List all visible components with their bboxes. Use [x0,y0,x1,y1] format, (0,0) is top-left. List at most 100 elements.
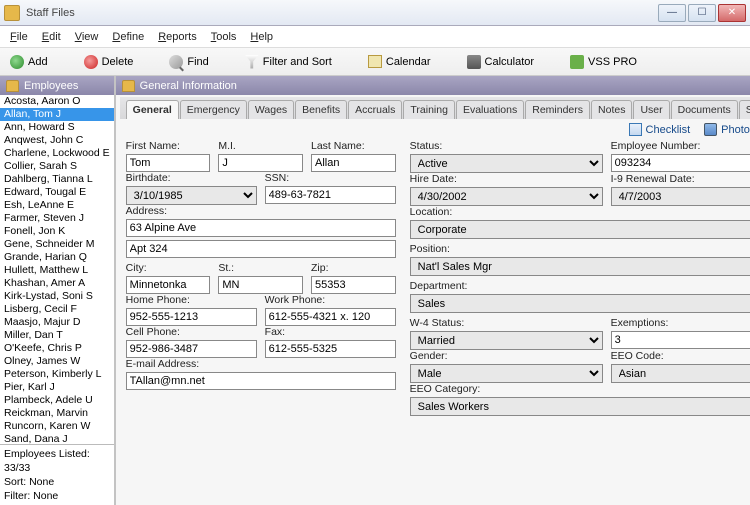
menu-reports[interactable]: Reports [158,31,197,43]
find-button[interactable]: Find [169,55,208,69]
city-field[interactable] [126,276,211,294]
location-field[interactable]: Corporate [410,220,750,239]
employee-list-item[interactable]: Olney, James W [0,355,114,368]
menu-help[interactable]: Help [250,31,273,43]
content-header: General Information [116,76,750,95]
home-phone-field[interactable] [126,308,257,326]
employee-list-item[interactable]: Peterson, Kimberly L [0,368,114,381]
gender-field[interactable]: Male [410,364,603,383]
employee-list-item[interactable]: Esh, LeAnne E [0,199,114,212]
employee-list-item[interactable]: Farmer, Steven J [0,212,114,225]
employee-list-item[interactable]: Charlene, Lockwood E [0,147,114,160]
general-form: First Name: M.I. Last Name: Birthdate: 3… [116,138,750,505]
employee-list[interactable]: Acosta, Aaron OAllan, Tom JAnn, Howard S… [0,95,114,444]
photo-icon [704,123,717,136]
tab-benefits[interactable]: Benefits [295,100,347,119]
address-field-1[interactable] [126,219,396,237]
eeo-code-field[interactable]: Asian [611,364,750,383]
cell-phone-field[interactable] [126,340,257,358]
employee-list-item[interactable]: Grande, Harian Q [0,251,114,264]
birthdate-field[interactable]: 3/10/1985 [126,186,257,205]
first-name-field[interactable] [126,154,211,172]
employee-list-item[interactable]: Allan, Tom J [0,108,114,121]
last-name-field[interactable] [311,154,396,172]
email-field[interactable] [126,372,396,390]
tab-training[interactable]: Training [403,100,455,119]
mi-field[interactable] [218,154,303,172]
employee-list-item[interactable]: Gene, Schneider M [0,238,114,251]
vss-button[interactable]: VSS PRO [570,55,637,69]
work-phone-field[interactable] [265,308,396,326]
employee-list-item[interactable]: Pier, Karl J [0,381,114,394]
w4-field[interactable]: Married [410,331,603,350]
tab-user[interactable]: User [633,100,669,119]
employee-list-item[interactable]: Plambeck, Adele U [0,394,114,407]
employee-list-item[interactable]: Maasjo, Majur D [0,316,114,329]
tab-wages[interactable]: Wages [248,100,294,119]
checklist-button[interactable]: Checklist [629,123,691,136]
menu-file[interactable]: File [10,31,28,43]
eeo-code-label: EEO Code: [611,350,750,362]
tab-general[interactable]: General [126,100,179,119]
eeo-cat-field[interactable]: Sales Workers [410,397,750,416]
ssn-label: SSN: [265,172,396,184]
emp-no-field[interactable] [611,154,750,172]
employee-list-item[interactable]: Sand, Dana J [0,433,114,444]
address-field-2[interactable] [126,240,396,258]
calculator-button[interactable]: Calculator [467,55,535,69]
department-label: Department: [410,280,750,292]
tab-emergency[interactable]: Emergency [180,100,247,119]
menu-edit[interactable]: Edit [42,31,61,43]
employee-list-item[interactable]: Edward, Tougal E [0,186,114,199]
gender-label: Gender: [410,350,603,362]
employee-list-item[interactable]: Runcorn, Karen W [0,420,114,433]
tab-reminders[interactable]: Reminders [525,100,590,119]
employee-list-item[interactable]: Fonell, Jon K [0,225,114,238]
sidebar-header: Employees [0,76,114,95]
position-field[interactable]: Nat'l Sales Mgr [410,257,750,276]
employee-list-item[interactable]: Dahlberg, Tianna L [0,173,114,186]
minimize-button[interactable]: — [658,4,686,22]
tab-separation[interactable]: Separation [739,100,750,119]
employee-list-item[interactable]: Lisberg, Cecil F [0,303,114,316]
zip-field[interactable] [311,276,396,294]
tab-evaluations[interactable]: Evaluations [456,100,524,119]
employee-list-item[interactable]: Reickman, Marvin [0,407,114,420]
delete-button[interactable]: Delete [84,55,134,69]
menu-tools[interactable]: Tools [211,31,237,43]
hire-date-field[interactable]: 4/30/2002 [410,187,603,206]
employee-list-item[interactable]: Anqwest, John C [0,134,114,147]
employee-list-item[interactable]: Khashan, Amer A [0,277,114,290]
department-field[interactable]: Sales [410,294,750,313]
employee-list-item[interactable]: Hullett, Matthew L [0,264,114,277]
maximize-button[interactable]: ☐ [688,4,716,22]
employee-list-item[interactable]: Acosta, Aaron O [0,95,114,108]
tab-accruals[interactable]: Accruals [348,100,402,119]
employee-list-item[interactable]: Miller, Dan T [0,329,114,342]
fax-field[interactable] [265,340,396,358]
title-bar: Staff Files — ☐ ✕ [0,0,750,26]
photo-button[interactable]: Photo [704,123,750,136]
menu-define[interactable]: Define [112,31,144,43]
email-label: E-mail Address: [126,358,396,370]
add-button[interactable]: Add [10,55,48,69]
calendar-button[interactable]: Calendar [368,55,431,68]
state-label: St.: [218,262,303,274]
filter-button[interactable]: Filter and Sort [245,55,332,69]
menu-view[interactable]: View [75,31,99,43]
employee-list-item[interactable]: Kirk-Lystad, Soni S [0,290,114,303]
add-icon [10,55,24,69]
status-field[interactable]: Active [410,154,603,173]
exemptions-field[interactable] [611,331,750,349]
employee-list-item[interactable]: Collier, Sarah S [0,160,114,173]
cell-phone-label: Cell Phone: [126,326,257,338]
city-label: City: [126,262,211,274]
i9-field[interactable]: 4/7/2003 [611,187,750,206]
tab-notes[interactable]: Notes [591,100,632,119]
close-button[interactable]: ✕ [718,4,746,22]
employee-list-item[interactable]: O'Keefe, Chris P [0,342,114,355]
state-field[interactable] [218,276,303,294]
tab-documents[interactable]: Documents [671,100,738,119]
employee-list-item[interactable]: Ann, Howard S [0,121,114,134]
ssn-field[interactable] [265,186,396,204]
